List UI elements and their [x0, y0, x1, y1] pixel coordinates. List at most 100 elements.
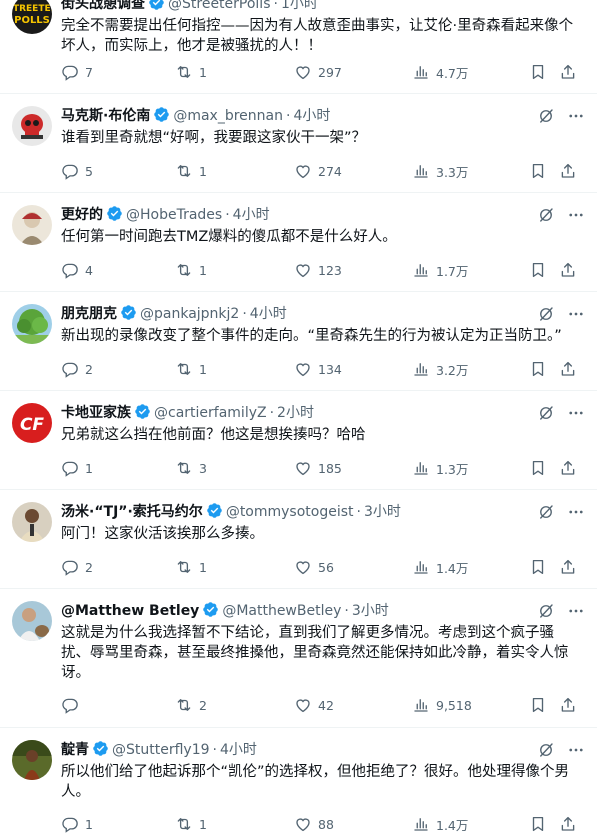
share-button[interactable]	[559, 814, 577, 834]
display-name[interactable]: 朋克朋克	[61, 306, 117, 322]
retweet-button[interactable]: 1	[175, 62, 207, 82]
avatar[interactable]	[12, 502, 52, 542]
bookmark-button[interactable]	[529, 458, 547, 478]
grok-icon[interactable]	[537, 503, 555, 521]
tweet[interactable]: 更好的 @HobeTrades · 4小时 任何第一时间跑去TMZ爆料的傻瓜都不是什么…	[0, 193, 597, 292]
reply-button[interactable]: 7	[61, 62, 93, 82]
like-button[interactable]: 42	[294, 695, 334, 715]
handle[interactable]: @cartierfamilyZ	[154, 405, 267, 421]
display-name[interactable]: @Matthew Betley	[61, 603, 199, 619]
views-button[interactable]: 1.4万	[412, 814, 468, 834]
tweet[interactable]: 靛青 @Stutterfly19 · 4小时 所以他们给了他起诉那个“凯伦”的选择权，…	[0, 728, 597, 835]
views-button[interactable]: 1.7万	[412, 260, 468, 280]
avatar[interactable]	[12, 304, 52, 344]
share-button[interactable]	[559, 161, 577, 181]
retweet-button[interactable]: 3	[175, 458, 207, 478]
grok-icon[interactable]	[537, 602, 555, 620]
share-button[interactable]	[559, 62, 577, 82]
tweet[interactable]: 朋克朋克 @pankajpnkj2 · 4小时 新出现的录像改变了整个事件的走向。“里…	[0, 292, 597, 391]
share-button[interactable]	[559, 260, 577, 280]
more-icon[interactable]	[567, 404, 585, 422]
avatar[interactable]: CF	[12, 403, 52, 443]
grok-icon[interactable]	[537, 206, 555, 224]
retweet-button[interactable]: 1	[175, 814, 207, 834]
bookmark-button[interactable]	[529, 695, 547, 715]
display-name[interactable]: 汤米·“TJ”·索托马约尔	[61, 504, 203, 520]
reply-button[interactable]: 4	[61, 260, 93, 280]
reply-button[interactable]: 1	[61, 814, 93, 834]
more-icon[interactable]	[567, 206, 585, 224]
display-name[interactable]: 马克斯·布伦南	[61, 108, 150, 124]
retweet-button[interactable]: 1	[175, 359, 207, 379]
display-name[interactable]: 靛青	[61, 742, 89, 758]
views-button[interactable]: 3.3万	[412, 161, 468, 181]
handle[interactable]: @pankajpnkj2	[140, 306, 239, 322]
like-button[interactable]: 297	[294, 62, 342, 82]
handle[interactable]: @max_brennan	[173, 108, 283, 124]
views-button[interactable]: 9,518	[412, 695, 472, 715]
tweet[interactable]: @Matthew Betley @MatthewBetley · 3小时 这就是为什么…	[0, 589, 597, 728]
timestamp[interactable]: 4小时	[233, 207, 270, 223]
more-icon[interactable]	[567, 305, 585, 323]
tweet[interactable]: 汤米·“TJ”·索托马约尔 @tommysotogeist · 3小时 阿门！这家伙活…	[0, 490, 597, 589]
views-button[interactable]: 3.2万	[412, 359, 468, 379]
avatar[interactable]	[12, 601, 52, 641]
retweet-button[interactable]: 1	[175, 161, 207, 181]
retweet-button[interactable]: 1	[175, 557, 207, 577]
bookmark-button[interactable]	[529, 260, 547, 280]
more-icon[interactable]	[567, 503, 585, 521]
timestamp[interactable]: 2小时	[277, 405, 314, 421]
avatar[interactable]	[12, 740, 52, 780]
share-button[interactable]	[559, 359, 577, 379]
more-icon[interactable]	[567, 602, 585, 620]
bookmark-button[interactable]	[529, 814, 547, 834]
timestamp[interactable]: 3小时	[364, 504, 401, 520]
reply-button[interactable]	[61, 695, 85, 715]
like-button[interactable]: 134	[294, 359, 342, 379]
timestamp[interactable]: 3小时	[352, 603, 389, 619]
reply-button[interactable]: 2	[61, 359, 93, 379]
handle[interactable]: @Stutterfly19	[112, 742, 210, 758]
more-icon[interactable]	[567, 741, 585, 759]
bookmark-button[interactable]	[529, 161, 547, 181]
avatar[interactable]	[12, 205, 52, 245]
views-button[interactable]: 1.4万	[412, 557, 468, 577]
tweet[interactable]: STREETERPOLLS 街头战憩调查 @StreeterPolls·1小时 完…	[0, 0, 597, 94]
retweet-button[interactable]: 2	[175, 695, 207, 715]
grok-icon[interactable]	[537, 404, 555, 422]
timestamp[interactable]: 4小时	[250, 306, 287, 322]
share-button[interactable]	[559, 695, 577, 715]
handle[interactable]: @tommysotogeist	[226, 504, 354, 520]
like-button[interactable]: 123	[294, 260, 342, 280]
tweet[interactable]: CF 卡地亚家族 @cartierfamilyZ · 2小时 兄弟就这么挡在他前面？他…	[0, 391, 597, 490]
display-name[interactable]: 更好的	[61, 207, 103, 223]
reply-button[interactable]: 2	[61, 557, 93, 577]
reply-button[interactable]: 1	[61, 458, 93, 478]
handle[interactable]: @MatthewBetley	[222, 603, 341, 619]
share-button[interactable]	[559, 557, 577, 577]
bookmark-button[interactable]	[529, 62, 547, 82]
reply-button[interactable]: 5	[61, 161, 93, 181]
more-icon[interactable]	[567, 107, 585, 125]
like-button[interactable]: 88	[294, 814, 334, 834]
timestamp[interactable]: 1小时	[281, 0, 318, 12]
bookmark-button[interactable]	[529, 557, 547, 577]
tweet[interactable]: 马克斯·布伦南 @max_brennan · 4小时 谁看到里奇就想“好啊，我要跟这家…	[0, 94, 597, 193]
bookmark-button[interactable]	[529, 359, 547, 379]
share-button[interactable]	[559, 458, 577, 478]
retweet-button[interactable]: 1	[175, 260, 207, 280]
grok-icon[interactable]	[537, 107, 555, 125]
views-button[interactable]: 4.7万	[412, 62, 468, 82]
avatar[interactable]	[12, 106, 52, 146]
like-button[interactable]: 274	[294, 161, 342, 181]
handle[interactable]: @HobeTrades	[126, 207, 222, 223]
display-name[interactable]: 街头战憩调查	[61, 0, 145, 12]
like-button[interactable]: 56	[294, 557, 334, 577]
display-name[interactable]: 卡地亚家族	[61, 405, 131, 421]
handle[interactable]: @StreeterPolls	[168, 0, 271, 12]
avatar[interactable]: STREETERPOLLS	[12, 0, 52, 34]
timestamp[interactable]: 4小时	[293, 108, 330, 124]
grok-icon[interactable]	[537, 741, 555, 759]
views-button[interactable]: 1.3万	[412, 458, 468, 478]
grok-icon[interactable]	[537, 305, 555, 323]
